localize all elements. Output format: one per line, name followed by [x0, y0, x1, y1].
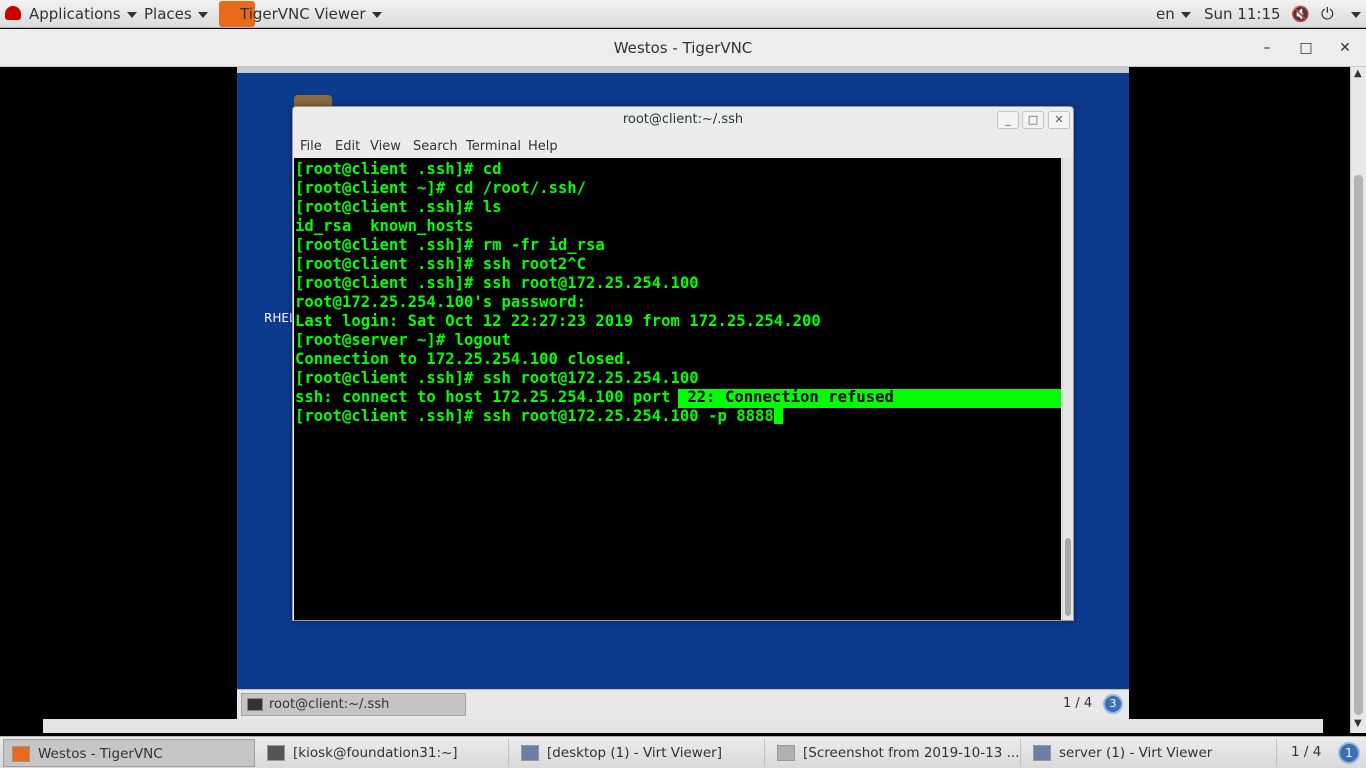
task-label: [desktop (1) - Virt Viewer]	[547, 745, 722, 761]
monitor-icon	[521, 745, 539, 761]
places-menu[interactable]: Places	[144, 0, 208, 28]
places-label: Places	[144, 5, 192, 23]
scroll-up-arrow-icon[interactable]: ▲	[1354, 68, 1362, 79]
chevron-down-icon	[1180, 11, 1191, 18]
task-screenshot[interactable]: [Screenshot from 2019-10-13 ...	[769, 739, 1021, 767]
bottom-taskbar: Westos - TigerVNC [kiosk@foundation31:~]…	[0, 736, 1366, 768]
applications-menu[interactable]: Applications	[29, 0, 137, 28]
chevron-down-icon	[197, 11, 208, 18]
terminal-line-highlighted: 22: Connection refused	[678, 388, 894, 406]
menu-file[interactable]: File	[300, 139, 322, 154]
window-title: Westos - TigerVNC	[613, 39, 753, 57]
terminal-line: [root@client .ssh]# ssh root2^C	[295, 255, 587, 273]
text-cursor	[773, 407, 783, 424]
vnc-scroll-thumb[interactable]	[1354, 175, 1363, 715]
terminal-line: [root@client .ssh]# rm -fr id_rsa	[295, 236, 605, 254]
notification-badge[interactable]: 1	[1338, 742, 1360, 764]
terminal-output[interactable]: [root@client .ssh]# cd [root@client ~]# …	[294, 158, 1061, 620]
image-viewer-icon	[777, 745, 795, 761]
app-menu-label: TigerVNC Viewer	[240, 5, 366, 23]
terminal-line: Connection to 172.25.254.100 closed.	[295, 350, 633, 368]
terminal-title: root@client:~/.ssh	[622, 112, 744, 127]
desktop-icon-label: RHEL	[264, 311, 296, 325]
terminal-line: [root@client .ssh]# ssh root@172.25.254.…	[295, 407, 783, 426]
maximize-button[interactable]: □	[1295, 37, 1317, 59]
terminal-icon	[247, 698, 263, 711]
task-westos-tigervnc[interactable]: Westos - TigerVNC	[3, 739, 255, 767]
menu-help[interactable]: Help	[528, 139, 558, 154]
terminal-line: [root@client .ssh]# cd	[295, 160, 502, 178]
menu-view[interactable]: View	[370, 139, 401, 154]
terminal-line: root@172.25.254.100's password:	[295, 293, 596, 311]
guest-workspace-pager[interactable]: 1 / 4	[1063, 696, 1092, 711]
guest-task-terminal[interactable]: root@client:~/.ssh	[241, 693, 466, 716]
terminal-line: Last login: Sat Oct 12 22:27:23 2019 fro…	[295, 312, 821, 330]
applications-label: Applications	[29, 5, 121, 23]
terminal-line: [root@client .ssh]# ssh root@172.25.254.…	[295, 274, 699, 292]
vnc-viewport[interactable]: RHEL root@client:~/.ssh _ □ ✕ File Edit …	[0, 67, 1350, 719]
terminal-line: id_rsa known_hosts	[295, 217, 474, 235]
top-panel: Applications Places TigerVNC Viewer en S…	[0, 0, 1366, 28]
terminal-scroll-thumb[interactable]	[1065, 538, 1071, 616]
terminal-maximize-button[interactable]: □	[1022, 111, 1044, 129]
system-menu-caret[interactable]	[1345, 0, 1361, 28]
terminal-prompt-text: [root@client .ssh]# ssh root@172.25.254.…	[295, 407, 774, 425]
guest-task-label: root@client:~/.ssh	[269, 697, 390, 712]
guest-desktop[interactable]: RHEL root@client:~/.ssh _ □ ✕ File Edit …	[237, 67, 1129, 689]
vnc-vertical-scrollbar[interactable]: ▲ ▼	[1350, 67, 1366, 733]
chevron-down-icon	[371, 11, 382, 18]
terminal-menubar: File Edit View Search Terminal Help	[293, 137, 1073, 157]
terminal-line: ssh: connect to host 172.25.254.100 port	[295, 388, 671, 406]
task-label: server (1) - Virt Viewer	[1059, 745, 1213, 761]
guest-notification-badge[interactable]: 3	[1103, 694, 1123, 714]
terminal-minimize-button[interactable]: _	[997, 111, 1019, 129]
monitor-icon	[1033, 745, 1051, 761]
menu-edit[interactable]: Edit	[335, 139, 360, 154]
terminal-icon	[267, 745, 285, 761]
task-label: Westos - TigerVNC	[38, 746, 163, 762]
guest-top-panel	[237, 67, 1129, 73]
chevron-down-icon	[126, 11, 137, 18]
workspace-pager[interactable]: 1 / 4	[1291, 744, 1321, 760]
menu-terminal[interactable]: Terminal	[466, 139, 521, 154]
terminal-line: [root@server ~]# logout	[295, 331, 511, 349]
terminal-line: [root@client .ssh]# ssh root@172.25.254.…	[295, 369, 699, 387]
terminal-close-button[interactable]: ✕	[1048, 111, 1070, 129]
app-menu[interactable]: TigerVNC Viewer	[240, 0, 382, 28]
power-icon[interactable]: ⏻	[1321, 0, 1334, 28]
close-button[interactable]: ✕	[1334, 37, 1356, 59]
scroll-down-arrow-icon[interactable]: ▼	[1354, 718, 1362, 729]
terminal-window[interactable]: root@client:~/.ssh _ □ ✕ File Edit View …	[292, 106, 1074, 621]
minimize-button[interactable]: –	[1256, 37, 1278, 59]
language-indicator[interactable]: en	[1156, 0, 1191, 28]
task-kiosk-terminal[interactable]: [kiosk@foundation31:~]	[259, 739, 509, 767]
task-server-virt-viewer[interactable]: server (1) - Virt Viewer	[1025, 739, 1277, 767]
task-label: [Screenshot from 2019-10-13 ...	[803, 745, 1020, 761]
menu-search[interactable]: Search	[413, 139, 458, 154]
tigervnc-icon	[12, 746, 30, 762]
guest-taskbar: root@client:~/.ssh 1 / 4 3	[237, 689, 1129, 719]
chevron-down-icon	[1351, 11, 1361, 18]
terminal-line: [root@client .ssh]# ls	[295, 198, 502, 216]
clock[interactable]: Sun 11:15	[1204, 0, 1281, 28]
language-label: en	[1156, 5, 1175, 23]
volume-icon[interactable]: 🔇	[1291, 0, 1310, 28]
task-label: [kiosk@foundation31:~]	[293, 745, 458, 761]
redhat-logo-icon	[5, 6, 21, 20]
window-titlebar[interactable]: Westos - TigerVNC – □ ✕	[0, 29, 1366, 67]
terminal-line: [root@client ~]# cd /root/.ssh/	[295, 179, 587, 197]
task-desktop-virt-viewer[interactable]: [desktop (1) - Virt Viewer]	[513, 739, 765, 767]
host-panel-partial	[43, 719, 1323, 733]
terminal-scrollbar[interactable]	[1062, 158, 1073, 620]
